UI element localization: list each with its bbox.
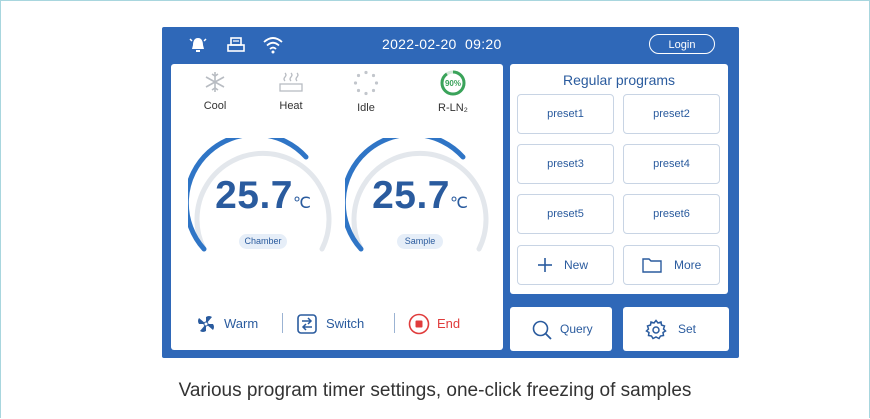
temperature-unit: ℃ (292, 195, 311, 212)
preset-button[interactable]: preset2 (623, 94, 720, 134)
chamber-temperature: 25.7℃ (188, 174, 338, 218)
temperature-value: 25.7 (215, 174, 293, 217)
end-button[interactable]: End (408, 313, 474, 335)
stop-icon (408, 313, 430, 335)
mode-cool[interactable]: Cool (185, 70, 245, 112)
snowflake-icon (205, 72, 225, 92)
search-icon (532, 320, 552, 340)
action-bar: Warm Switch End (171, 309, 503, 339)
mode-idle[interactable]: Idle (336, 70, 396, 114)
login-button[interactable]: Login (649, 34, 715, 54)
preset-button[interactable]: preset5 (517, 194, 614, 234)
warm-button[interactable]: Warm (195, 313, 265, 335)
programs-panel: Regular programs preset1 preset2 preset3… (510, 64, 728, 294)
mode-label: Heat (279, 100, 303, 112)
mode-heat[interactable]: Heat (261, 70, 321, 112)
ln2-level-icon: 90% (440, 70, 466, 96)
sample-temperature: 25.7℃ (345, 174, 495, 218)
more-label: More (674, 258, 702, 272)
alarm-icon[interactable] (188, 36, 208, 54)
preset-button[interactable]: preset4 (623, 144, 720, 184)
query-button[interactable]: Query (510, 307, 612, 351)
ln2-level-text: 90% (445, 79, 461, 88)
sample-tag: Sample (397, 234, 443, 249)
action-label: End (437, 316, 461, 331)
preset-button[interactable]: preset6 (623, 194, 720, 234)
action-label: Switch (326, 316, 365, 331)
preset-button[interactable]: preset3 (517, 144, 614, 184)
status-panel: Cool Heat Idle 90% R-LN₂ 25.7℃ Chamber 2… (171, 64, 503, 350)
plus-icon (538, 258, 552, 272)
printer-icon[interactable] (226, 36, 246, 54)
action-label: Warm (224, 316, 259, 331)
folder-icon (642, 258, 662, 273)
wifi-icon[interactable] (263, 36, 283, 54)
temperature-value: 25.7 (372, 174, 450, 217)
programs-title: Regular programs (562, 72, 676, 88)
fan-icon (198, 316, 214, 332)
query-label: Query (560, 322, 593, 336)
divider (282, 313, 283, 333)
new-program-button[interactable]: New (517, 245, 614, 285)
heater-icon (279, 72, 303, 92)
date-text: 2022-02-20 (382, 36, 457, 52)
preset-button[interactable]: preset1 (517, 94, 614, 134)
sample-gauge: 25.7℃ Sample (345, 138, 495, 266)
set-button[interactable]: Set (623, 307, 729, 351)
new-label: New (564, 258, 589, 272)
switch-icon (297, 314, 317, 334)
time-text: 09:20 (465, 36, 502, 52)
idle-spinner-icon (353, 70, 379, 96)
chamber-tag: Chamber (239, 234, 287, 249)
caption: Various program timer settings, one-clic… (178, 380, 692, 401)
status-bar: 2022-02-20 09:20 Login (162, 27, 739, 63)
temperature-unit: ℃ (449, 195, 468, 212)
gear-icon (645, 319, 667, 340)
mode-label: Cool (203, 100, 227, 112)
switch-button[interactable]: Switch (296, 313, 380, 335)
device-screen: 2022-02-20 09:20 Login Cool Heat Idle 90… (162, 27, 739, 358)
datetime: 2022-02-20 09:20 (382, 36, 502, 52)
more-programs-button[interactable]: More (623, 245, 720, 285)
mode-r-ln2[interactable]: 90% R-LN₂ (423, 70, 483, 114)
mode-label: Idle (357, 102, 375, 114)
mode-label: R-LN₂ (438, 102, 468, 114)
chamber-gauge: 25.7℃ Chamber (188, 138, 338, 266)
divider (394, 313, 395, 333)
set-label: Set (678, 322, 697, 336)
